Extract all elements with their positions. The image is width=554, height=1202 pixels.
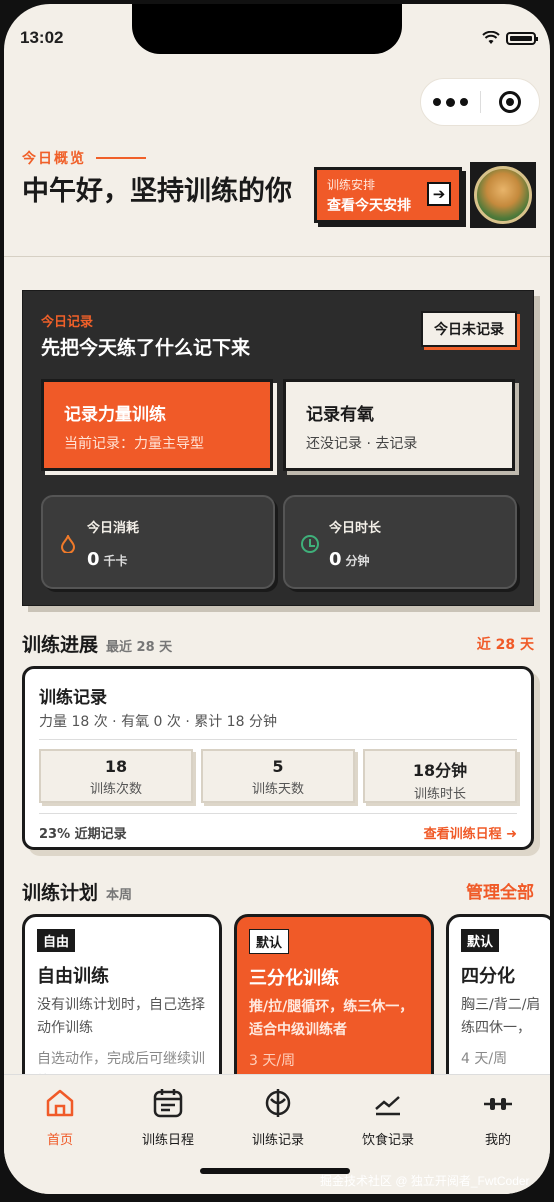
card-divider xyxy=(39,813,517,814)
record-status-button[interactable]: 今日未记录 xyxy=(421,311,517,347)
tab-label: 首页 xyxy=(46,1133,73,1148)
plan-tag: 默认 xyxy=(249,929,290,954)
cardio-subtitle: 还没记录 · 去记录 xyxy=(306,436,418,452)
greeting-title: 中午好，坚持训练的你 xyxy=(22,176,292,207)
tab-schedule[interactable]: 训练日程 xyxy=(118,1087,218,1148)
progress-section-title: 训练进展 最近 28 天 xyxy=(22,634,173,656)
strength-subtitle: 当前记录：力量主导型 xyxy=(64,436,204,452)
calendar-icon xyxy=(153,1089,183,1118)
stat-box-duration: 18分钟 训练时长 xyxy=(363,749,517,803)
today-record-card: 今日记录 先把今天练了什么记下来 今日未记录 记录力量训练 当前记录：力量主导型… xyxy=(22,290,534,606)
avatar[interactable] xyxy=(470,162,536,228)
tab-label: 饮食记录 xyxy=(361,1133,414,1148)
phone-screen: 13:02 今日概览 中午好，坚持训练的你 训练安排 查看今天安排 ➔ 今日记录… xyxy=(4,4,550,1194)
battery-icon xyxy=(506,31,538,45)
calories-label: 今日消耗 xyxy=(87,521,140,536)
stat-box-sessions: 18 训练次数 xyxy=(39,749,193,803)
plan-tag: 默认 xyxy=(461,929,500,952)
strength-title: 记录力量训练 xyxy=(64,405,166,425)
card-divider xyxy=(39,739,517,740)
trend-icon xyxy=(375,1096,400,1116)
plan-description: 推/拉/腿循环，练三休一，适合中级训练者 xyxy=(249,999,414,1038)
duration-value: 0 分钟 xyxy=(329,549,370,570)
mini-program-capsule xyxy=(420,78,540,126)
record-title: 先把今天练了什么记下来 xyxy=(41,337,251,359)
manage-all-link[interactable]: 管理全部 xyxy=(466,878,534,903)
training-record-title: 训练记录 xyxy=(39,688,107,708)
cardio-title: 记录有氧 xyxy=(306,405,374,425)
record-strength-button[interactable]: 记录力量训练 当前记录：力量主导型 xyxy=(41,379,273,471)
tab-label: 我的 xyxy=(484,1133,511,1148)
arrow-right-icon: ➔ xyxy=(427,182,451,206)
plan-description: 没有训练计划时，自己选择动作训练 xyxy=(37,997,205,1036)
record-cardio-button[interactable]: 记录有氧 还没记录 · 去记录 xyxy=(283,379,515,471)
close-miniprogram-button[interactable] xyxy=(481,91,540,113)
training-record-summary: 力量 18 次 · 有氧 0 次 · 累计 18 分钟 xyxy=(39,714,277,730)
plan-frequency: 4 天/周 xyxy=(461,1051,508,1067)
plan-tag: 自由 xyxy=(37,929,76,952)
target-icon xyxy=(498,91,521,113)
home-icon xyxy=(46,1089,74,1117)
notch xyxy=(132,4,402,54)
record-label: 今日记录 xyxy=(41,315,94,330)
plan-title: 自由训练 xyxy=(37,966,109,987)
plans-section-title: 训练计划 本周 xyxy=(22,882,133,904)
plan-description: 胸三/背二/肩练四休一， xyxy=(461,997,541,1036)
status-time: 13:02 xyxy=(20,28,64,47)
stat-box-days: 5 训练天数 xyxy=(201,749,355,803)
plan-title: 三分化训练 xyxy=(249,968,339,989)
tab-label: 训练日程 xyxy=(141,1133,194,1148)
record-icon xyxy=(265,1089,291,1117)
watermark: 掘金技术社区 @ 独立开阅者_FwtCoder xyxy=(320,1174,530,1188)
tab-label: 训练记录 xyxy=(251,1133,304,1148)
training-record-card[interactable]: 训练记录 力量 18 次 · 有氧 0 次 · 累计 18 分钟 18 训练次数 … xyxy=(22,666,534,850)
duration-label: 今日时长 xyxy=(329,521,382,536)
view-schedule-link[interactable]: 查看训练日程 ➜ xyxy=(424,823,517,842)
duration-stat: 今日时长 0 分钟 xyxy=(283,495,517,589)
profile-icon xyxy=(484,1098,512,1110)
status-icons xyxy=(482,31,538,45)
clock-icon xyxy=(301,535,319,553)
flame-icon xyxy=(61,535,75,553)
tab-profile[interactable]: 我的 xyxy=(448,1087,548,1148)
tab-home[interactable]: 首页 xyxy=(10,1087,110,1148)
recent-record-percent: 23% 近期记录 xyxy=(39,827,127,842)
plan-frequency: 3 天/周 xyxy=(249,1053,296,1069)
tab-diet[interactable]: 饮食记录 xyxy=(338,1087,438,1148)
progress-range-label: 近 28 天 xyxy=(476,637,534,653)
view-plan-button[interactable]: 训练安排 查看今天安排 ➔ xyxy=(314,167,462,223)
tab-records[interactable]: 训练记录 xyxy=(228,1087,328,1148)
more-icon[interactable] xyxy=(421,97,480,107)
calories-stat: 今日消耗 0 千卡 xyxy=(41,495,275,589)
calories-value: 0 千卡 xyxy=(87,549,128,570)
wifi-icon xyxy=(482,31,500,44)
header-divider xyxy=(4,256,550,257)
overview-label: 今日概览 xyxy=(22,148,146,168)
plan-title: 四分化 xyxy=(461,966,515,987)
